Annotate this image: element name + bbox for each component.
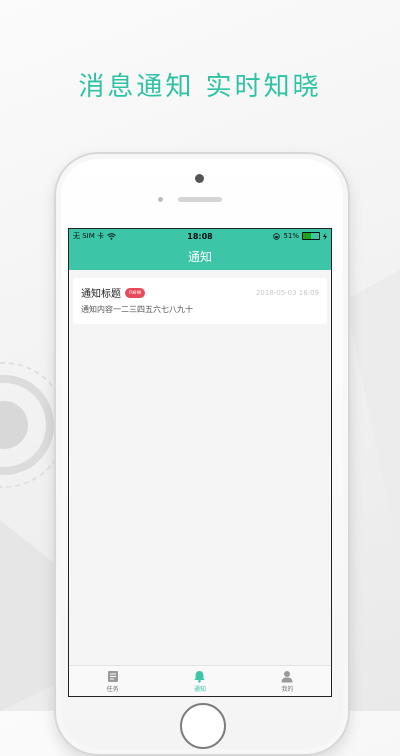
- charging-icon: [323, 232, 327, 240]
- notification-date: 2018-05-03 16:09: [255, 288, 319, 297]
- background-triangle: [345, 270, 400, 560]
- page-headline: 消息通知 实时知晓: [78, 72, 322, 102]
- wifi-icon: [107, 232, 116, 240]
- tab-profile[interactable]: 我的: [244, 666, 331, 696]
- notification-body: 通知内容一二三四五六七八九十: [81, 305, 193, 314]
- tab-tasks[interactable]: 任务: [69, 666, 156, 696]
- list-item[interactable]: 通知标题 new 2018-05-03 16:09 通知内容一二三四五六七八九十: [73, 278, 327, 324]
- home-button[interactable]: [180, 703, 226, 749]
- bell-icon: [194, 670, 206, 683]
- battery-icon: [302, 232, 320, 240]
- orientation-lock-icon: [273, 232, 281, 240]
- notification-list: 通知标题 new 2018-05-03 16:09 通知内容一二三四五六七八九十: [69, 278, 331, 324]
- phone-screen: 无 SIM 卡 18:08 51% 通知 通知标题 new 2018-05-03…: [68, 228, 332, 697]
- tab-label: 任务: [106, 685, 119, 693]
- status-right: 51%: [273, 232, 327, 240]
- phone-camera: [195, 174, 204, 183]
- notification-title: 通知标题: [81, 289, 121, 300]
- phone-sensor: [158, 197, 163, 202]
- tab-label: 我的: [281, 685, 294, 693]
- task-list-icon: [107, 670, 118, 682]
- nav-title: 通知: [187, 250, 212, 264]
- tab-bar: 任务 通知 我的: [69, 665, 331, 696]
- tab-label: 通知: [193, 685, 206, 693]
- battery-percent: 51%: [283, 232, 299, 240]
- status-bar: 无 SIM 卡 18:08 51%: [69, 229, 331, 243]
- carrier-label: 无 SIM 卡: [73, 232, 104, 240]
- new-badge: new: [125, 287, 146, 298]
- status-left: 无 SIM 卡: [73, 231, 116, 241]
- battery-fill: [303, 233, 312, 239]
- background-ring: [0, 401, 28, 449]
- phone-speaker: [178, 197, 222, 202]
- list-item-header: 通知标题 new 2018-05-03 16:09: [81, 285, 319, 300]
- user-icon: [281, 670, 293, 682]
- nav-bar: 通知: [69, 243, 331, 270]
- tab-notifications[interactable]: 通知: [156, 666, 243, 696]
